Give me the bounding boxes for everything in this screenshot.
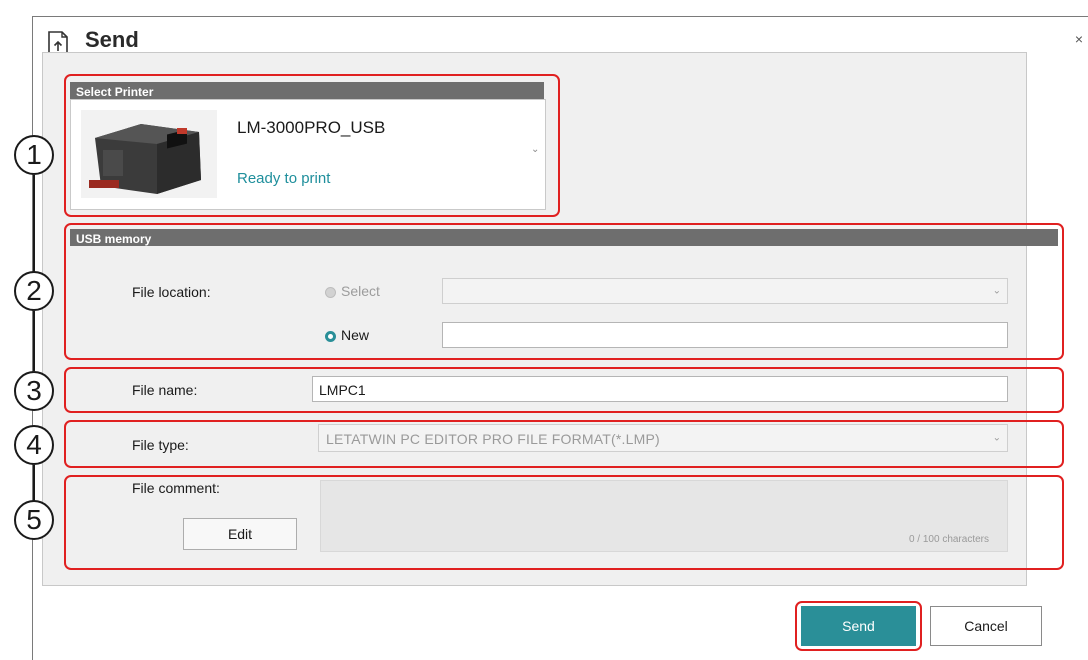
callout-box-1 [64,74,560,217]
close-icon[interactable]: × [1075,31,1083,47]
annotation-number-4: 4 [14,425,54,465]
annotation-number-2: 2 [14,271,54,311]
annotation-number-3: 3 [14,371,54,411]
annotation-number-1: 1 [14,135,54,175]
callout-box-5 [64,475,1064,570]
dialog-title: Send [85,27,139,52]
connector-line [33,175,35,279]
callout-box-4 [64,420,1064,468]
callout-box-3 [64,367,1064,413]
connector-line [33,465,35,501]
callout-box-2 [64,223,1064,360]
connector-line [33,311,35,371]
annotation-number-5: 5 [14,500,54,540]
callout-box-send [795,601,922,651]
cancel-button[interactable]: Cancel [930,606,1042,646]
